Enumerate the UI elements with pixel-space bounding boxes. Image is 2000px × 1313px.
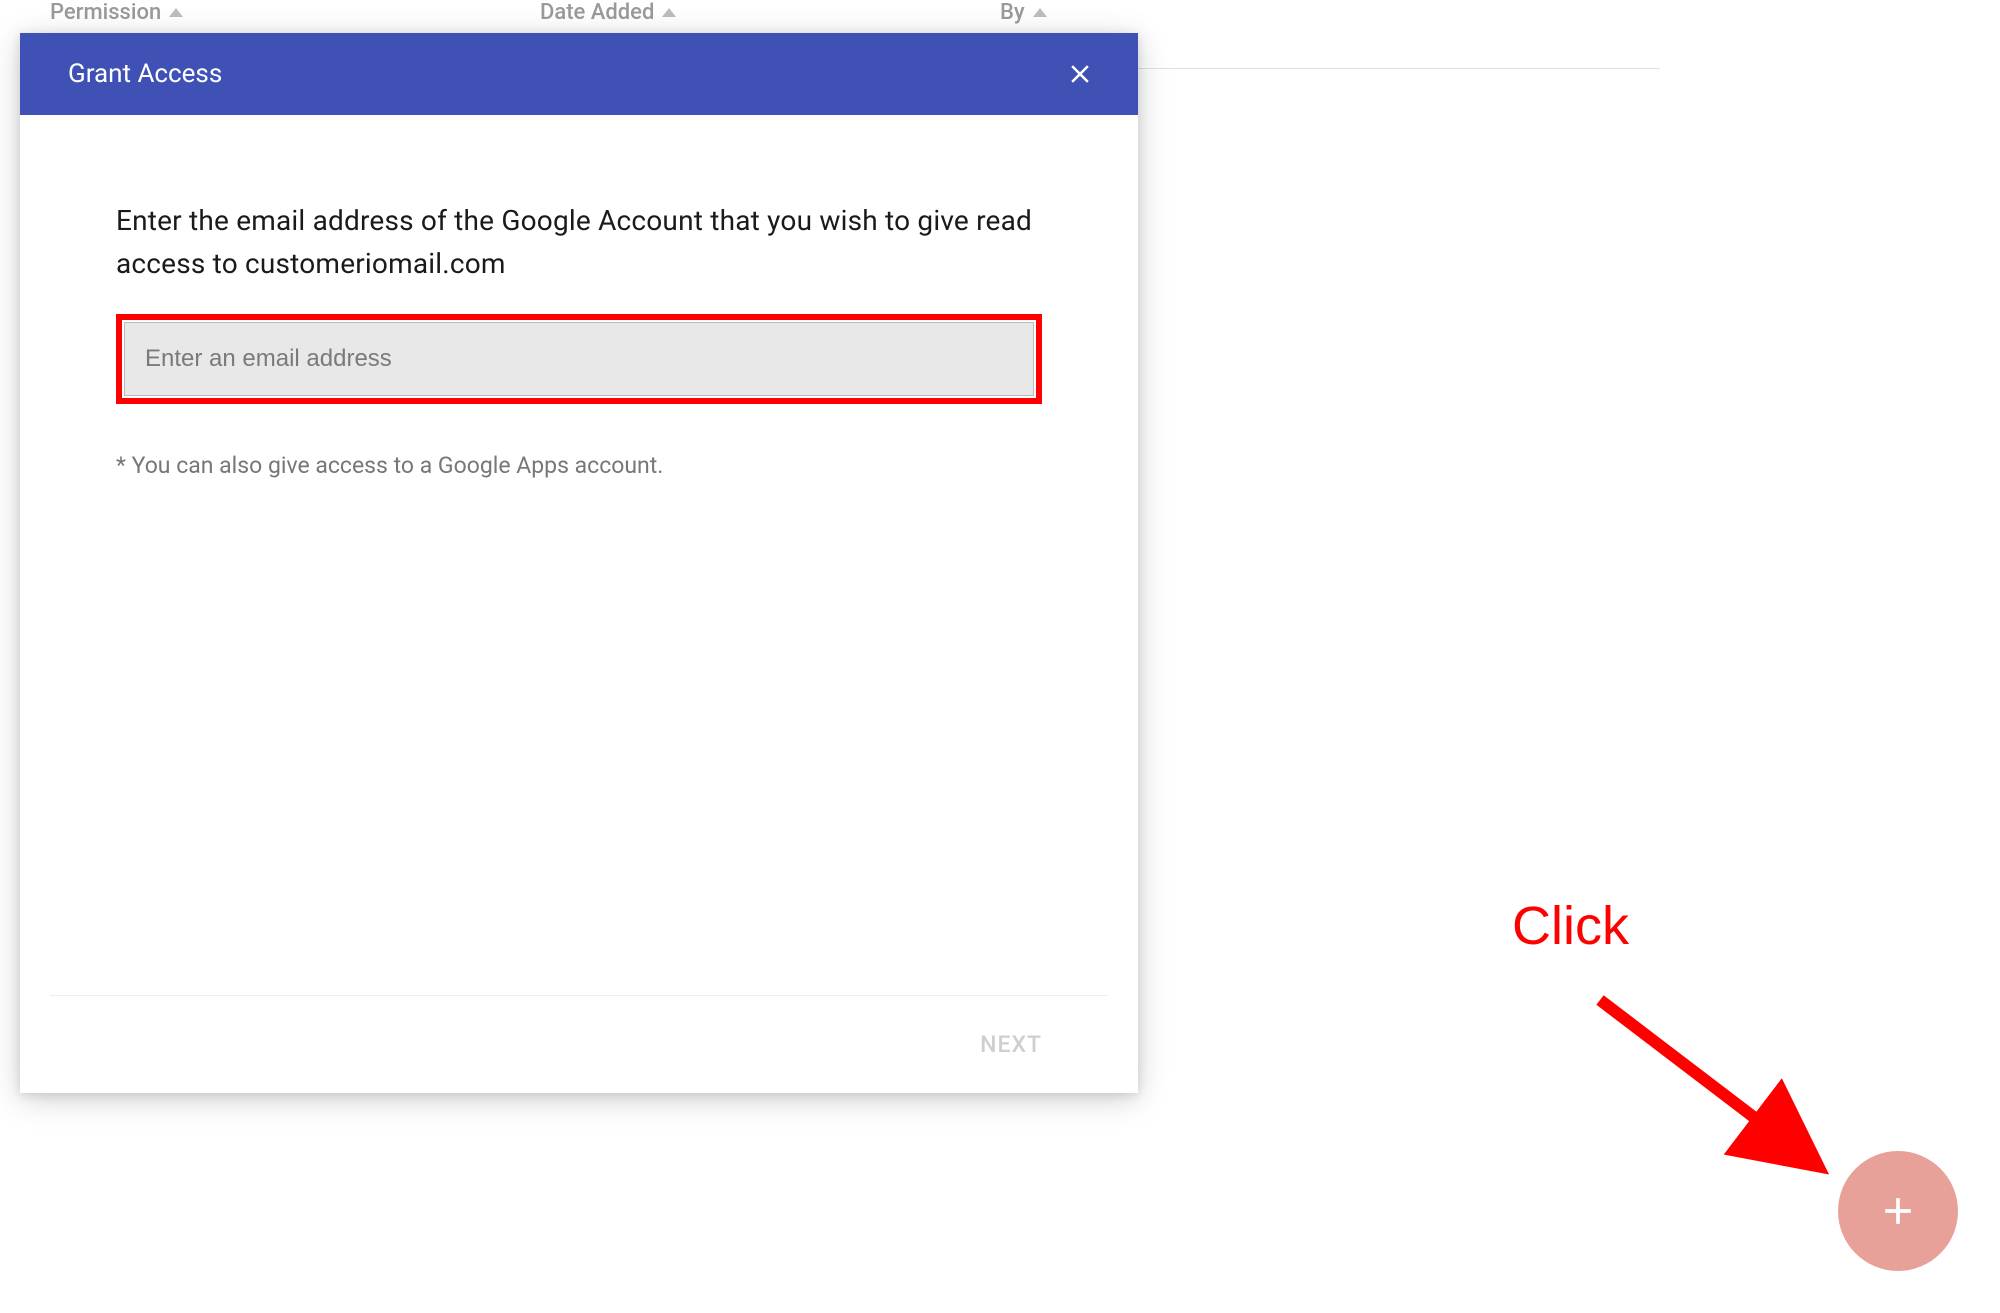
next-button[interactable]: NEXT — [974, 1017, 1048, 1072]
background-table-header: Permission Date Added By — [0, 0, 1660, 32]
email-input[interactable] — [124, 322, 1034, 396]
col-date-added-label: Date Added — [540, 0, 654, 25]
col-date-added[interactable]: Date Added — [540, 0, 676, 25]
col-by[interactable]: By — [1000, 0, 1047, 25]
sort-arrow-icon — [169, 8, 183, 17]
annotation-arrow-icon — [1580, 980, 1860, 1200]
dialog-header: Grant Access — [20, 33, 1138, 115]
dialog-note: * You can also give access to a Google A… — [116, 452, 1042, 479]
email-highlight — [116, 314, 1042, 404]
close-icon — [1065, 59, 1095, 89]
dialog-footer: NEXT — [50, 995, 1108, 1093]
sort-arrow-icon — [662, 8, 676, 17]
grant-access-dialog: Grant Access Enter the email address of … — [20, 33, 1138, 1093]
plus-icon — [1876, 1189, 1920, 1233]
col-permission-label: Permission — [50, 0, 161, 25]
sort-arrow-icon — [1033, 8, 1047, 17]
dialog-title: Grant Access — [68, 59, 222, 89]
add-fab-button[interactable] — [1838, 1151, 1958, 1271]
col-permission[interactable]: Permission — [50, 0, 183, 25]
col-by-label: By — [1000, 0, 1025, 25]
dialog-body: Enter the email address of the Google Ac… — [20, 115, 1138, 995]
dialog-prompt: Enter the email address of the Google Ac… — [116, 199, 1042, 286]
annotation-click-label: Click — [1512, 895, 1629, 957]
close-button[interactable] — [1060, 54, 1100, 94]
